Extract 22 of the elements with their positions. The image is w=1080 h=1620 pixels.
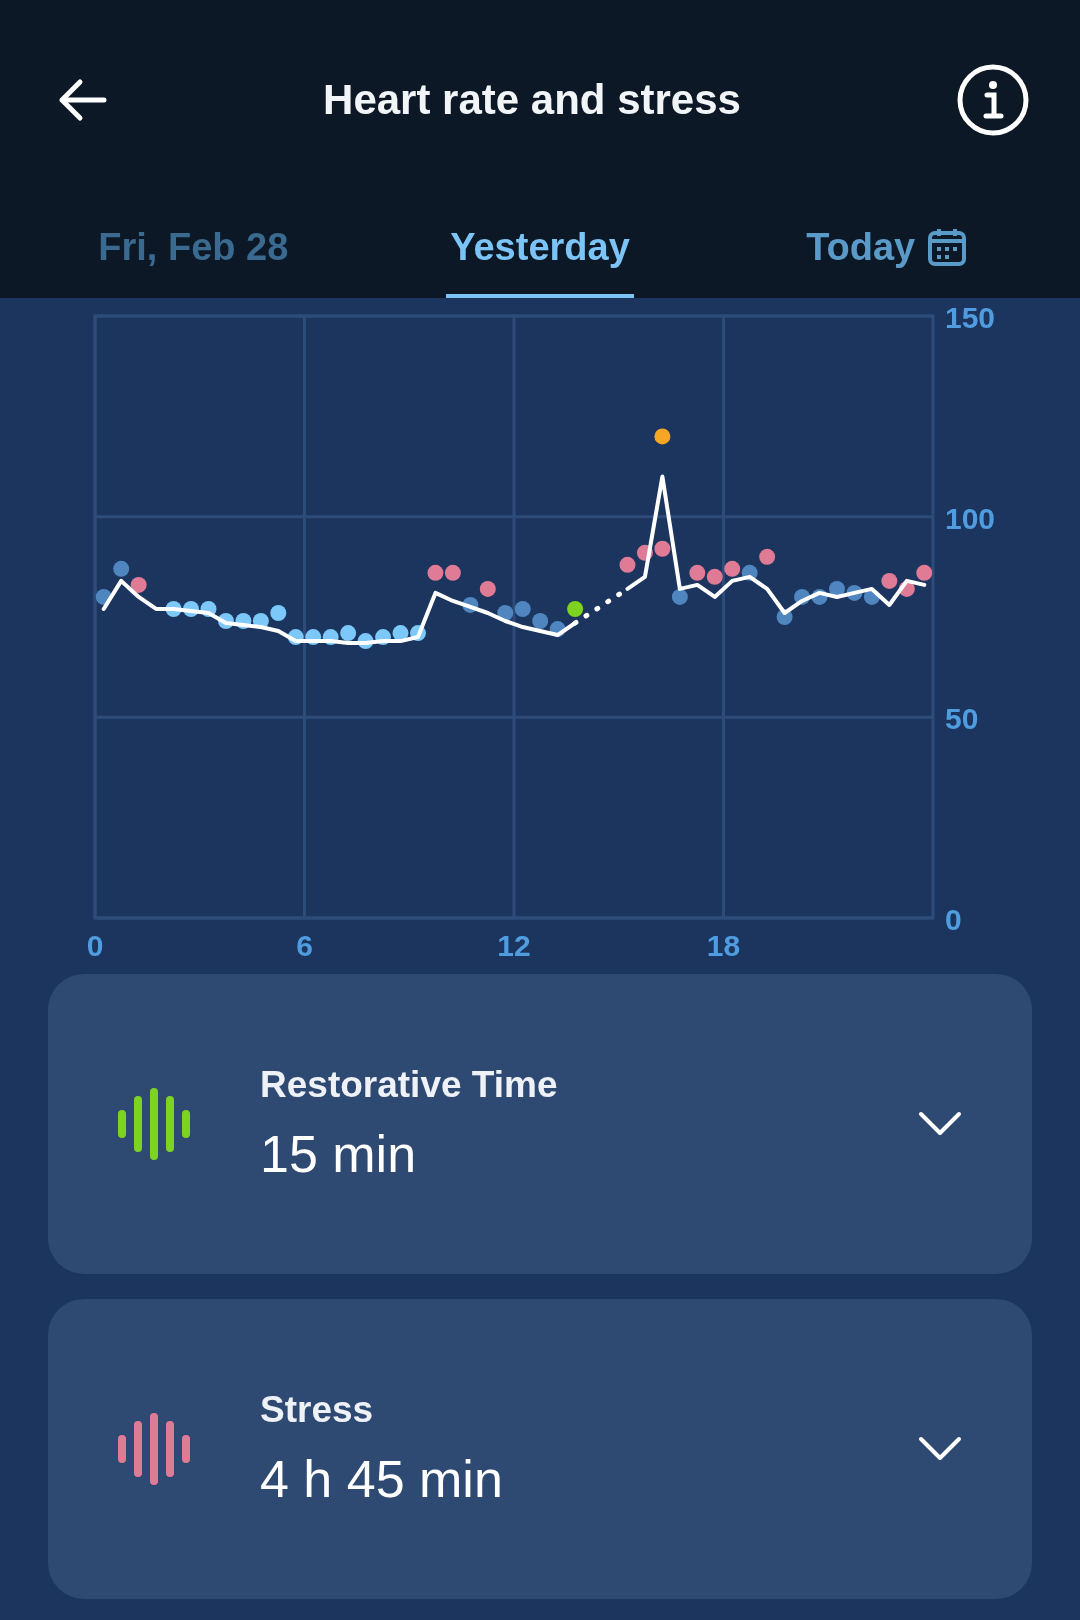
card-value: 4 h 45 min	[260, 1449, 504, 1509]
x-tick-label: 6	[296, 929, 313, 962]
chevron-icon[interactable]	[918, 1111, 962, 1137]
y-tick-label: 0	[945, 903, 962, 936]
date-tab[interactable]: Yesterday	[446, 200, 634, 298]
x-tick-label: 0	[86, 929, 104, 962]
y-tick-label: 150	[945, 301, 996, 334]
summary-card[interactable]: Restorative Time 15 min	[48, 974, 1032, 1274]
x-tick-label: 12	[497, 929, 531, 962]
card-value: 15 min	[260, 1124, 418, 1184]
card-title: Stress	[260, 1389, 375, 1431]
info-icon[interactable]	[956, 63, 1030, 137]
date-tab[interactable]: Today	[802, 200, 972, 298]
x-tick-label: 18	[706, 929, 741, 962]
calendar-icon[interactable]	[927, 227, 968, 267]
card-title: Restorative Time	[260, 1064, 559, 1106]
chevron-icon[interactable]	[918, 1436, 962, 1462]
back-arrow-icon[interactable]	[58, 78, 108, 122]
y-tick-label: 50	[945, 702, 979, 736]
summary-card[interactable]: Stress 4 h 45 min	[48, 1299, 1032, 1599]
screen-title: Heart rate and stress	[323, 76, 741, 124]
y-tick-label: 100	[945, 501, 996, 535]
